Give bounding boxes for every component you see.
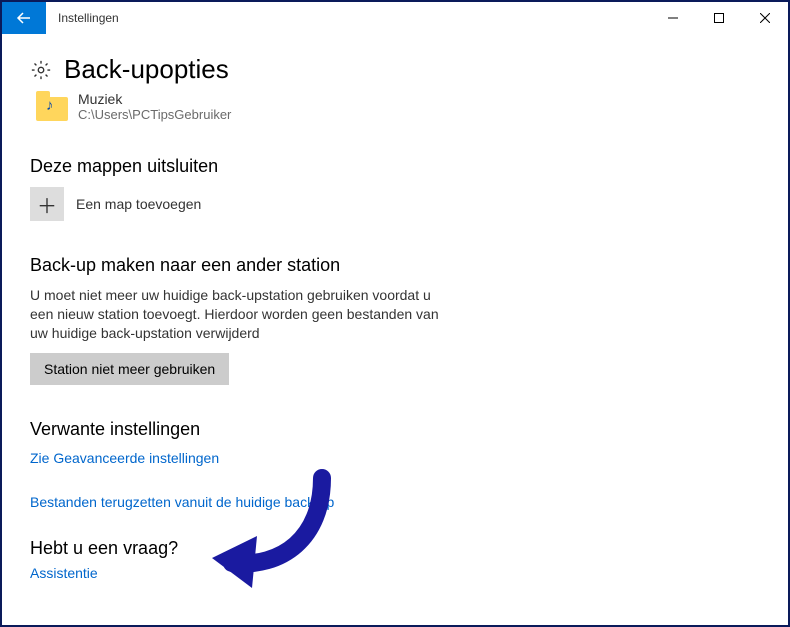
plus-icon: ＋ — [37, 190, 57, 219]
add-folder-row[interactable]: ＋ Een map toevoegen — [30, 187, 760, 221]
content-area: Back-upopties ♪ Muziek C:\Users\PCTipsGe… — [2, 34, 788, 601]
close-icon — [760, 13, 770, 23]
add-folder-label: Een map toevoegen — [76, 196, 201, 212]
window-controls — [650, 2, 788, 34]
add-folder-button[interactable]: ＋ — [30, 187, 64, 221]
folder-name: Muziek — [78, 91, 231, 107]
minimize-button[interactable] — [650, 2, 696, 34]
stop-using-drive-button[interactable]: Station niet meer gebruiken — [30, 353, 229, 385]
other-drive-heading: Back-up maken naar een ander station — [30, 255, 760, 276]
back-button[interactable] — [2, 2, 46, 34]
page-header: Back-upopties — [30, 54, 760, 85]
folder-text: Muziek C:\Users\PCTipsGebruiker — [78, 91, 231, 122]
gear-icon — [30, 59, 52, 81]
minimize-icon — [668, 13, 678, 23]
advanced-settings-link[interactable]: Zie Geavanceerde instellingen — [30, 450, 760, 466]
back-arrow-icon — [16, 10, 32, 26]
current-folder-row: ♪ Muziek C:\Users\PCTipsGebruiker — [36, 91, 760, 122]
other-drive-description: U moet niet meer uw huidige back-upstati… — [30, 286, 440, 343]
close-button[interactable] — [742, 2, 788, 34]
page-title: Back-upopties — [64, 54, 229, 85]
exclude-heading: Deze mappen uitsluiten — [30, 156, 760, 177]
titlebar: Instellingen — [2, 2, 788, 34]
help-heading: Hebt u een vraag? — [30, 538, 760, 559]
window-title: Instellingen — [46, 11, 650, 25]
folder-path: C:\Users\PCTipsGebruiker — [78, 107, 231, 122]
maximize-button[interactable] — [696, 2, 742, 34]
assistance-link[interactable]: Assistentie — [30, 565, 760, 581]
music-folder-icon: ♪ — [36, 93, 68, 121]
restore-files-link[interactable]: Bestanden terugzetten vanuit de huidige … — [30, 494, 760, 510]
maximize-icon — [714, 13, 724, 23]
related-heading: Verwante instellingen — [30, 419, 760, 440]
